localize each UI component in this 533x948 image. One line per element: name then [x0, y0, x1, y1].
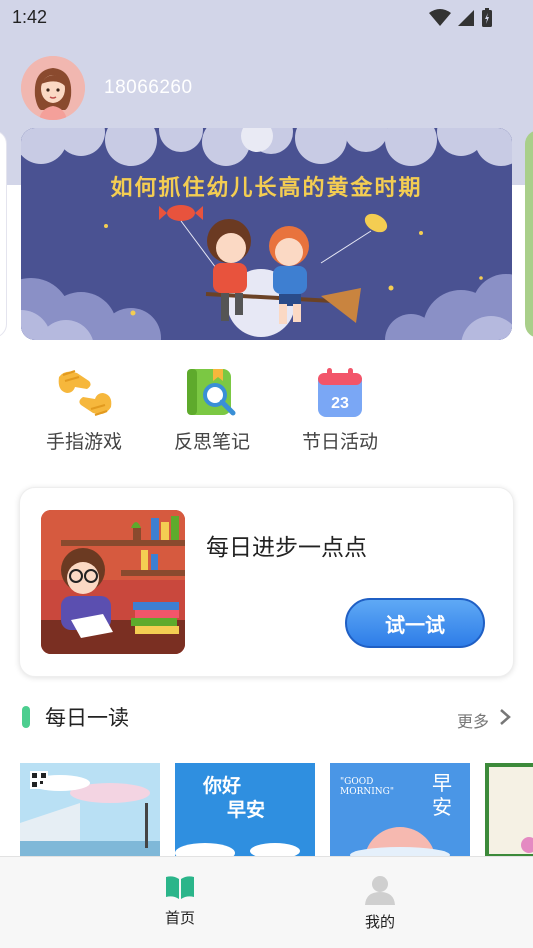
- quick-action-label: 节日活动: [301, 431, 378, 453]
- read-card[interactable]: 你好 早安: [175, 763, 315, 858]
- chevron-right-icon[interactable]: [499, 708, 511, 726]
- read-card[interactable]: [485, 763, 533, 858]
- status-bar: 1:42: [0, 0, 533, 36]
- quick-action-reflection-notes[interactable]: 反思笔记: [148, 365, 276, 454]
- quick-action-label: 手指游戏: [45, 431, 122, 453]
- quick-actions: 手指游戏 反思笔记 23 节日活动: [20, 365, 404, 454]
- nav-label: 首页: [164, 909, 195, 927]
- read-card[interactable]: "GOOD MORNING" 早 安: [330, 763, 470, 858]
- nav-label: 我的: [364, 913, 395, 931]
- promo-illustration: [41, 510, 185, 654]
- quick-action-festival-activities[interactable]: 23 节日活动: [276, 365, 404, 454]
- daily-progress-card: 每日进步一点点 试一试: [19, 487, 514, 677]
- avatar[interactable]: [21, 56, 85, 120]
- status-time: 1:42: [12, 7, 48, 27]
- promo-title: 每日进步一点点: [206, 535, 367, 561]
- calendar-day: 23: [331, 395, 349, 412]
- daily-read-list: 你好 早安 "GOOD MORNING" 早 安: [20, 763, 533, 858]
- notebook-search-icon: [180, 365, 244, 421]
- banner-illustration: [21, 128, 512, 340]
- nav-home[interactable]: 首页: [120, 875, 240, 928]
- read-card-text: 安: [432, 795, 452, 819]
- read-card-text: 早安: [227, 799, 266, 821]
- book-icon: [166, 876, 194, 899]
- section-accent-bar: [22, 706, 30, 728]
- carousel-next-slide[interactable]: [525, 130, 533, 338]
- bottom-navigation: 首页 我的: [0, 856, 533, 948]
- calendar-icon: 23: [308, 365, 372, 421]
- read-card-image: [20, 763, 160, 858]
- user-icon: [365, 876, 395, 905]
- user-id: 18066260: [104, 77, 193, 98]
- read-card-image: [521, 837, 533, 853]
- avatar-illustration: [21, 56, 85, 120]
- wifi-icon: [429, 9, 451, 26]
- read-card-text: MORNING": [340, 787, 395, 797]
- quick-action-label: 反思笔记: [173, 431, 250, 453]
- read-card[interactable]: [20, 763, 160, 858]
- nav-mine[interactable]: 我的: [320, 875, 440, 932]
- more-link[interactable]: 更多: [457, 708, 489, 732]
- banner-title: 如何抓住幼儿长高的黄金时期: [110, 176, 423, 201]
- read-card-text: "GOOD: [340, 777, 374, 787]
- status-icons: [429, 8, 493, 28]
- read-card-text: 你好: [203, 775, 242, 797]
- carousel-prev-slide[interactable]: [0, 130, 7, 338]
- finger-game-icon: [52, 365, 116, 421]
- daily-read-header: 每日一读 更多: [20, 700, 515, 734]
- try-button[interactable]: 试一试: [345, 598, 485, 648]
- carousel-banner[interactable]: 如何抓住幼儿长高的黄金时期: [21, 128, 512, 340]
- battery-icon: [482, 8, 492, 27]
- section-title: 每日一读: [45, 706, 129, 730]
- quick-action-finger-game[interactable]: 手指游戏: [20, 365, 148, 454]
- signal-icon: [458, 10, 474, 26]
